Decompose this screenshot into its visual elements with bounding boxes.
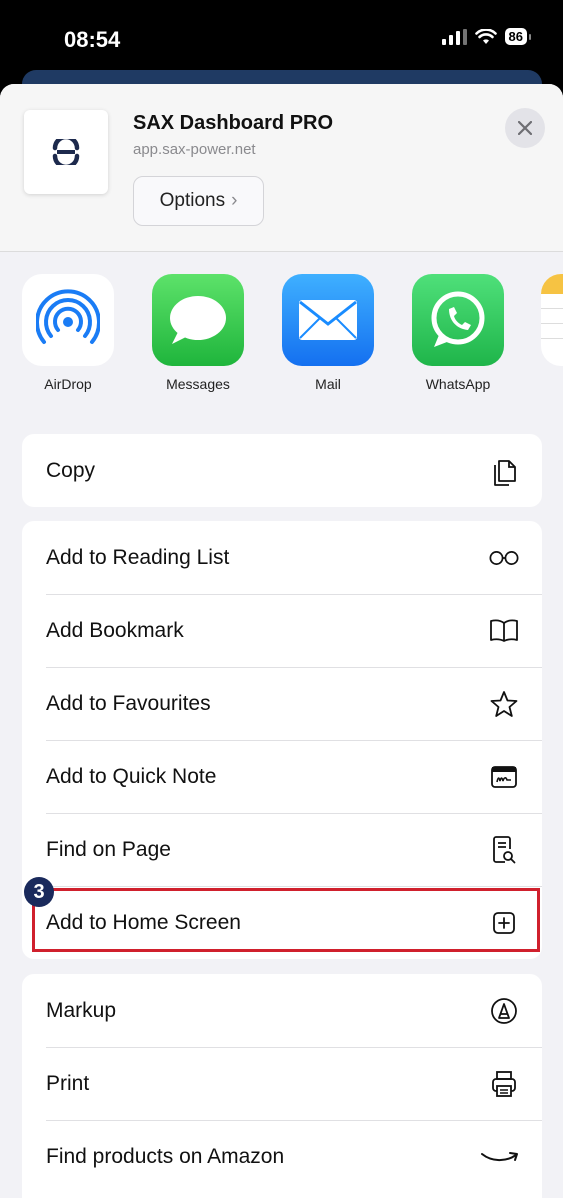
amazon-icon [480, 1141, 520, 1173]
share-app-airdrop[interactable]: AirDrop [22, 274, 114, 392]
row-label: Add to Reading List [46, 545, 230, 569]
glasses-icon [488, 542, 520, 574]
share-app-whatsapp[interactable]: WhatsApp [412, 274, 504, 392]
cellular-signal-icon [441, 28, 467, 45]
copy-group: Copy [22, 434, 542, 507]
battery-indicator: 86 [504, 28, 532, 45]
add-bookmark-button[interactable]: Add Bookmark [22, 594, 542, 667]
whatsapp-icon [412, 274, 504, 366]
row-label: Add to Quick Note [46, 764, 217, 788]
chevron-right-icon: › [231, 190, 238, 211]
row-label: Add Bookmark [46, 618, 184, 642]
row-label: Find on Page [46, 837, 171, 861]
notes-app-partial-icon[interactable] [541, 274, 563, 366]
status-bar: 08:54 86 [0, 0, 563, 70]
messages-icon [152, 274, 244, 366]
close-icon [518, 121, 532, 135]
wifi-icon [474, 28, 497, 44]
status-icons: 86 [441, 28, 532, 45]
app-logo [24, 110, 108, 194]
row-label: Find products on Amazon [46, 1144, 285, 1168]
book-icon [488, 615, 520, 647]
share-app-mail[interactable]: Mail [282, 274, 374, 392]
app-title: SAX Dashboard PRO [133, 112, 334, 134]
copy-button[interactable]: Copy [22, 434, 542, 507]
find-on-page-button[interactable]: Find on Page [22, 813, 542, 886]
more-actions-group: Markup Print Find products on Amazon [22, 974, 542, 1198]
options-label: Options [159, 190, 226, 211]
step-number-badge: 3 [24, 877, 54, 907]
share-app-label: Mail [315, 376, 341, 392]
share-sheet: SAX Dashboard PRO app.sax-power.net Opti… [0, 84, 563, 1198]
add-to-reading-list-button[interactable]: Add to Reading List [22, 521, 542, 594]
actions-group: Add to Reading List Add Bookmark Add to … [22, 521, 542, 959]
share-header: SAX Dashboard PRO app.sax-power.net Opti… [0, 84, 563, 252]
share-app-label: WhatsApp [425, 376, 491, 392]
add-to-quick-note-button[interactable]: Add to Quick Note [22, 740, 542, 813]
sax-logo-icon [52, 139, 80, 165]
add-to-favourites-button[interactable]: Add to Favourites [22, 667, 542, 740]
markup-button[interactable]: Markup [22, 974, 542, 1047]
find-products-on-amazon-button[interactable]: Find products on Amazon [22, 1120, 542, 1193]
printer-icon [488, 1068, 520, 1100]
print-button[interactable]: Print [22, 1047, 542, 1120]
row-label: Print [46, 1071, 90, 1095]
options-button[interactable]: Options › [133, 176, 264, 226]
airdrop-icon [22, 274, 114, 366]
row-label: Add to Favourites [46, 691, 211, 715]
share-app-label: AirDrop [44, 376, 92, 392]
share-app-label: Messages [166, 376, 230, 392]
quick-note-icon [488, 761, 520, 793]
row-label: Markup [46, 998, 117, 1022]
plus-square-icon [488, 907, 520, 939]
app-url: app.sax-power.net [133, 141, 256, 158]
share-apps-row: AirDrop Messages Mail WhatsApp [0, 252, 563, 417]
share-app-messages[interactable]: Messages [152, 274, 244, 392]
add-to-home-screen-button[interactable]: Add to Home Screen [22, 886, 542, 959]
close-button[interactable] [505, 108, 545, 148]
find-on-page-icon [488, 834, 520, 866]
star-icon [488, 688, 520, 720]
mail-icon [282, 274, 374, 366]
row-label: Copy [46, 458, 96, 482]
row-label: Add to Home Screen [46, 910, 241, 934]
markup-icon [488, 995, 520, 1027]
copy-icon [488, 455, 520, 487]
status-time: 08:54 [64, 27, 121, 52]
